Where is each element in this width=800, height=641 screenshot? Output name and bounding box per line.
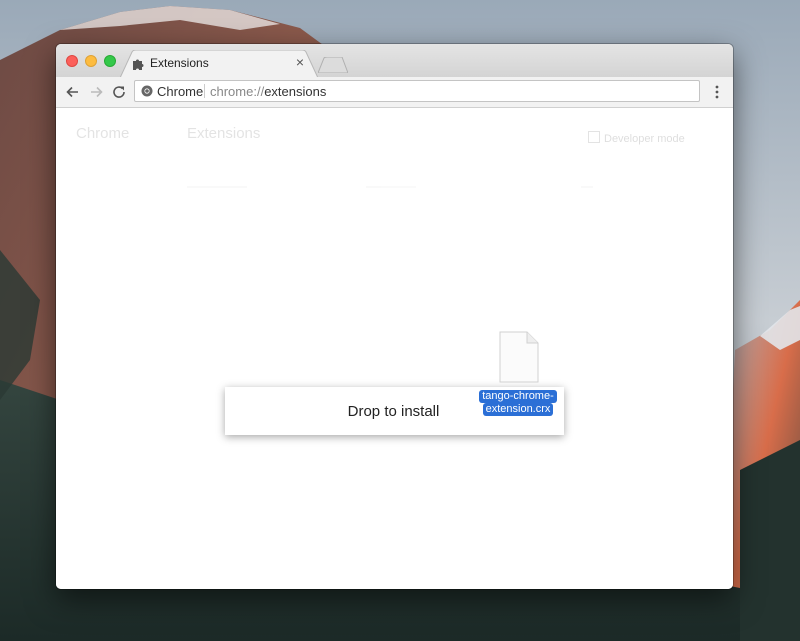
- dragged-file-name: tango-chrome- extension.crx: [478, 390, 558, 416]
- placeholder-line: [187, 186, 247, 188]
- browser-window: Extensions × Chrome chrome://extensions: [56, 44, 733, 589]
- sidebar-title: Chrome: [76, 125, 130, 142]
- chrome-logo-icon: [141, 85, 153, 97]
- tab-title: Extensions: [150, 56, 209, 70]
- window-close-button[interactable]: [66, 55, 78, 67]
- reload-icon[interactable]: [110, 83, 128, 101]
- forward-arrow-icon[interactable]: [87, 83, 105, 101]
- scheme-label: Chrome: [157, 84, 204, 99]
- browser-toolbar: Chrome chrome://extensions: [56, 77, 733, 108]
- placeholder-line: [581, 186, 593, 188]
- url-prefix: chrome://: [210, 84, 265, 99]
- url-path: extensions: [264, 84, 327, 99]
- tab-extensions[interactable]: Extensions ×: [120, 50, 318, 78]
- file-name-line-2: extension.crx: [482, 403, 554, 416]
- address-bar[interactable]: Chrome chrome://extensions: [134, 80, 700, 102]
- kebab-menu-icon[interactable]: [710, 84, 724, 100]
- file-name-line-1: tango-chrome-: [479, 390, 557, 403]
- placeholder-line: [366, 186, 416, 188]
- page-title: Extensions: [187, 125, 261, 142]
- drop-label: Drop to install: [347, 402, 440, 420]
- window-minimize-button[interactable]: [85, 55, 97, 67]
- page-content: Chrome Extensions Developer mode Drop to…: [56, 108, 733, 589]
- tab-close-icon[interactable]: ×: [296, 54, 304, 70]
- new-tab-button[interactable]: [318, 57, 348, 73]
- omnibox-divider: [204, 84, 205, 98]
- developer-mode-checkbox[interactable]: [588, 131, 600, 143]
- window-zoom-button[interactable]: [104, 55, 116, 67]
- file-document-icon[interactable]: [499, 331, 539, 383]
- url-text: chrome://extensions: [210, 84, 326, 99]
- developer-mode-label: Developer mode: [604, 133, 685, 145]
- title-bar: Extensions ×: [56, 44, 733, 78]
- back-arrow-icon[interactable]: [64, 83, 82, 101]
- developer-mode-toggle[interactable]: Developer mode: [588, 131, 685, 145]
- puzzle-piece-icon: [133, 59, 144, 70]
